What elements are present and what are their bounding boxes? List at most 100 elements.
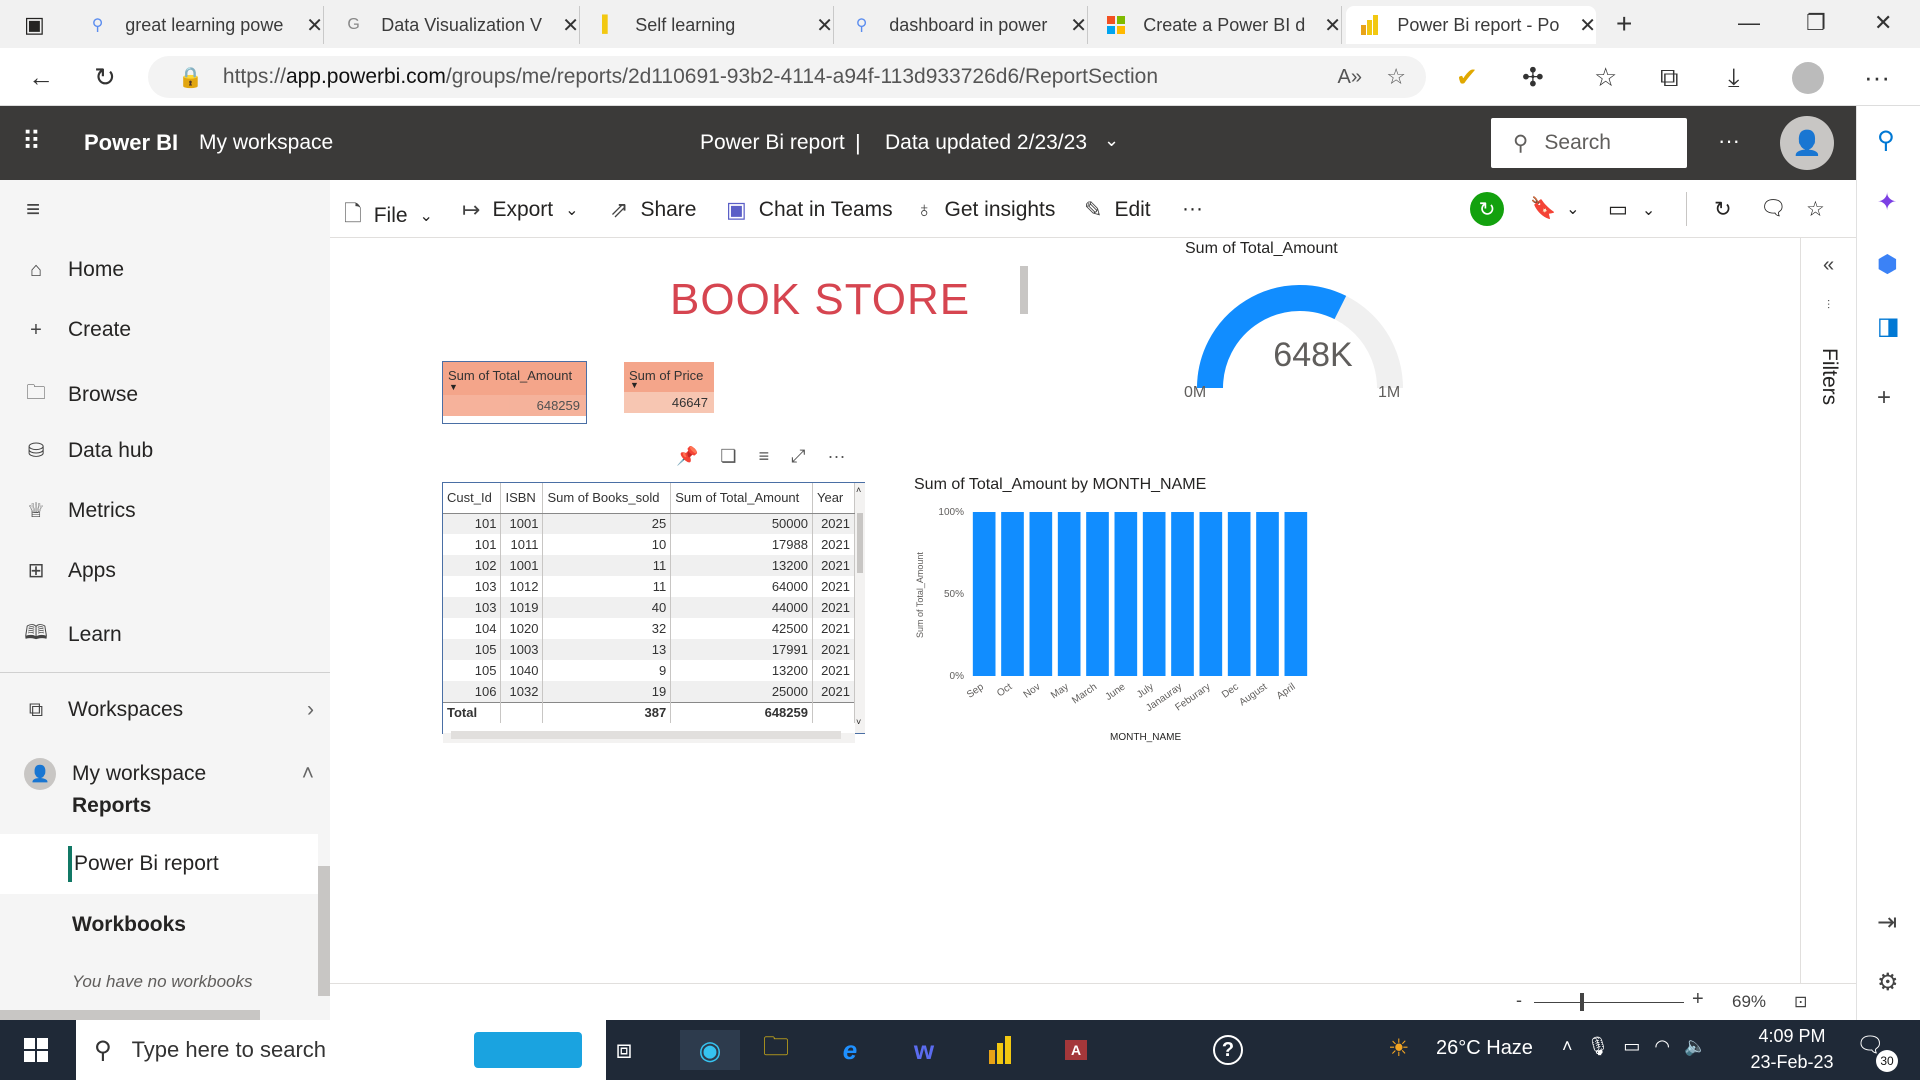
- table-row[interactable]: 104 1020 32 42500 2021: [443, 618, 856, 639]
- new-tab-icon[interactable]: +: [1616, 8, 1632, 40]
- microphone-icon[interactable]: 🎙: [1587, 1036, 1610, 1057]
- nav-item-my-workspace[interactable]: 👤 My workspace ˄: [24, 758, 314, 790]
- access-icon[interactable]: A: [1056, 1030, 1096, 1070]
- file-explorer-icon[interactable]: 🗀: [756, 1030, 796, 1070]
- share-button[interactable]: ⇗ Share: [610, 197, 696, 223]
- taskbar-search-input[interactable]: ⚲ Type here to search: [76, 1020, 606, 1080]
- table-row[interactable]: 101 1011 10 17988 2021: [443, 534, 856, 555]
- table-row[interactable]: 105 1040 9 13200 2021: [443, 660, 856, 681]
- search-icon[interactable]: ⚲: [1877, 126, 1895, 155]
- column-header[interactable]: Year: [812, 483, 856, 514]
- scroll-thumb[interactable]: [857, 513, 863, 573]
- comment-icon[interactable]: 🗨: [1760, 197, 1787, 221]
- filter-icon[interactable]: ≡: [759, 446, 770, 467]
- office-icon[interactable]: ⬢: [1877, 250, 1898, 279]
- table-row[interactable]: 105 1003 13 17991 2021: [443, 639, 856, 660]
- more-options-icon[interactable]: ···: [1718, 128, 1740, 154]
- nav-item-browse[interactable]: 🗀 Browse: [24, 378, 138, 412]
- zoom-out-button[interactable]: -: [1516, 990, 1522, 1011]
- collections-icon[interactable]: ⧉: [1660, 62, 1679, 94]
- chat-in-teams-button[interactable]: ▣ Chat in Teams: [726, 197, 893, 223]
- minimize-icon[interactable]: —: [1738, 10, 1760, 36]
- refresh-status-icon[interactable]: ↻: [1470, 192, 1504, 226]
- internet-explorer-icon[interactable]: e: [830, 1030, 870, 1070]
- favorite-add-icon[interactable]: ☆: [1386, 64, 1406, 90]
- zoom-slider-handle[interactable]: [1580, 993, 1584, 1011]
- more-options-icon[interactable]: ···: [827, 446, 845, 467]
- nav-item-create[interactable]: + Create: [24, 318, 131, 342]
- column-header[interactable]: Sum of Books_sold: [542, 483, 672, 514]
- favorites-icon[interactable]: ☆: [1594, 62, 1617, 93]
- chevron-up-icon[interactable]: ˄: [1562, 1036, 1573, 1057]
- fit-to-page-icon[interactable]: ⊡: [1794, 992, 1807, 1012]
- close-icon[interactable]: ✕: [562, 13, 579, 38]
- scroll-down-icon[interactable]: ˅: [856, 717, 861, 727]
- close-icon[interactable]: ✕: [1070, 13, 1087, 38]
- pin-icon[interactable]: 📌: [676, 446, 698, 467]
- table-row[interactable]: 103 1019 40 44000 2021: [443, 597, 856, 618]
- column-header[interactable]: Cust_Id: [443, 483, 502, 514]
- bar[interactable]: [1256, 512, 1279, 676]
- column-header[interactable]: Sum of Total_Amount: [670, 483, 813, 514]
- edit-button[interactable]: ✎ Edit: [1084, 197, 1151, 223]
- brand-label[interactable]: Power BI: [84, 130, 178, 156]
- weather-text[interactable]: 26°C Haze: [1436, 1037, 1533, 1060]
- get-insights-button[interactable]: ♁ Get insights: [916, 197, 1055, 223]
- table-row[interactable]: 102 1001 11 13200 2021: [443, 555, 856, 576]
- nav-item-apps[interactable]: ⊞ Apps: [24, 558, 116, 583]
- filters-pane[interactable]: « ⫶ Filters: [1800, 238, 1856, 983]
- file-menu-button[interactable]: 🗋 File ⌄: [344, 197, 433, 235]
- url-field[interactable]: 🔒 https://app.powerbi.com/groups/me/repo…: [148, 56, 1426, 98]
- table-vertical-scrollbar[interactable]: ˄ ˅: [855, 483, 865, 733]
- bar-chart-visual[interactable]: Sum of Total_Amount by MONTH_NAME Sum of…: [910, 470, 1350, 750]
- scroll-thumb[interactable]: [451, 731, 841, 739]
- data-updated-label[interactable]: Data updated 2/23/23: [885, 131, 1087, 155]
- extensions-icon[interactable]: ✣: [1522, 62, 1544, 93]
- card-sum-of-price[interactable]: Sum of Price ▼ 46647: [624, 362, 714, 414]
- nav-item-data-hub[interactable]: ⛁ Data hub: [24, 438, 154, 463]
- bar[interactable]: [1029, 512, 1053, 676]
- wifi-icon[interactable]: ◠: [1654, 1036, 1670, 1057]
- add-icon[interactable]: +: [1877, 384, 1891, 412]
- close-icon[interactable]: ✕: [816, 13, 833, 38]
- nav-item-learn[interactable]: 🕮 Learn: [24, 618, 122, 652]
- outlook-icon[interactable]: ◨: [1877, 312, 1900, 341]
- search-input[interactable]: ⚲ Search: [1491, 118, 1687, 168]
- favorite-icon[interactable]: ☆: [1806, 197, 1825, 222]
- bar[interactable]: [972, 512, 996, 676]
- browser-tab-6-active[interactable]: Power Bi report - Po ✕: [1346, 6, 1596, 44]
- volume-icon[interactable]: 🔈: [1684, 1036, 1706, 1057]
- card-total-amount[interactable]: Sum of Total_Amount ▼ 648259: [442, 361, 587, 424]
- bar[interactable]: [1142, 512, 1166, 676]
- column-header[interactable]: ISBN: [500, 483, 544, 514]
- toolbar-more-button[interactable]: ···: [1182, 197, 1203, 221]
- tab-actions-icon[interactable]: ▣: [24, 12, 45, 38]
- restore-icon[interactable]: ❐: [1806, 10, 1826, 36]
- close-icon[interactable]: ✕: [306, 13, 323, 38]
- app-launcher-icon[interactable]: ⠿: [22, 126, 41, 157]
- clock-date[interactable]: 23-Feb-23: [1746, 1052, 1838, 1073]
- edge-browser-icon[interactable]: ◉: [680, 1030, 740, 1070]
- gauge-visual[interactable]: Sum of Total_Amount 648K 0M 1M: [1170, 240, 1460, 410]
- workspace-link[interactable]: My workspace: [199, 131, 333, 155]
- close-icon[interactable]: ✕: [1324, 13, 1341, 38]
- table-row[interactable]: 103 1012 11 64000 2021: [443, 576, 856, 597]
- windows-start-icon[interactable]: [16, 1030, 56, 1070]
- bar[interactable]: [1199, 512, 1223, 676]
- back-icon[interactable]: ←: [28, 62, 54, 93]
- bar[interactable]: [1057, 512, 1081, 676]
- powerbi-desktop-icon[interactable]: [980, 1030, 1020, 1070]
- bar[interactable]: [1227, 512, 1251, 676]
- browser-tab-2[interactable]: G Data Visualization V ✕: [330, 6, 580, 44]
- battery-icon[interactable]: ▭: [1623, 1036, 1640, 1057]
- data-table[interactable]: Cust_Id ISBN Sum of Books_sold Sum of To…: [442, 482, 865, 743]
- close-icon[interactable]: ✕: [1579, 13, 1596, 38]
- export-menu-button[interactable]: ↦ Export ⌄: [462, 197, 579, 223]
- refresh-icon[interactable]: ↻: [94, 62, 116, 93]
- zoom-slider-track[interactable]: [1534, 1002, 1684, 1003]
- weather-icon[interactable]: ☀: [1388, 1034, 1410, 1063]
- window-close-icon[interactable]: ✕: [1874, 10, 1892, 36]
- webex-icon[interactable]: w: [904, 1030, 944, 1070]
- hamburger-icon[interactable]: ≡: [26, 196, 40, 224]
- bar[interactable]: [1086, 512, 1109, 676]
